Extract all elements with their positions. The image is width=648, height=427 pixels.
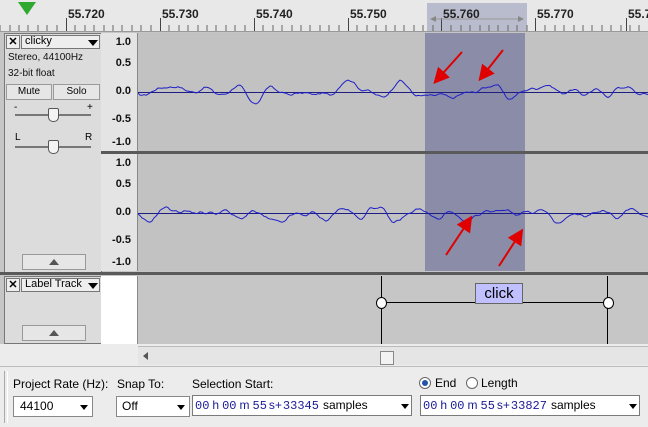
- scale-label: 0.5: [115, 178, 131, 190]
- toolbar-grabber[interactable]: [4, 371, 8, 423]
- solo-button[interactable]: Solo: [53, 84, 100, 100]
- waveform-channel-left[interactable]: [138, 33, 648, 151]
- chevron-down-icon: [177, 405, 185, 410]
- start-seconds-unit: s+: [268, 398, 282, 412]
- mute-button[interactable]: Mute: [6, 84, 52, 100]
- label-boundary-right: [607, 276, 608, 344]
- label-left-handle[interactable]: [376, 297, 387, 309]
- track-name-menu[interactable]: clicky: [21, 35, 100, 49]
- chevron-down-icon: [629, 404, 637, 409]
- track-name: clicky: [25, 35, 52, 47]
- track-format: Stereo, 44100Hz: [8, 52, 84, 63]
- track-separator: [0, 272, 648, 275]
- start-minutes: 00: [222, 399, 237, 413]
- project-rate-select[interactable]: 44100: [13, 396, 93, 417]
- label-track-ruler-gap: [101, 276, 138, 344]
- label-right-handle[interactable]: [603, 297, 614, 309]
- pan-left-label: L: [15, 132, 21, 143]
- scale-label: 1.0: [115, 157, 131, 169]
- end-hours: 00: [423, 399, 438, 413]
- close-track-button[interactable]: ✕: [6, 278, 20, 292]
- scale-label: -1.0: [112, 136, 131, 148]
- audio-track-control-panel[interactable]: ✕ clicky Stereo, 44100Hz 32-bit float Mu…: [4, 33, 102, 273]
- chevron-down-icon: [401, 404, 409, 409]
- chevron-down-icon: [80, 405, 88, 410]
- label-track-control-panel[interactable]: ✕ Label Track: [4, 276, 102, 344]
- pan-right-label: R: [85, 132, 93, 143]
- scale-label: 1.0: [115, 36, 131, 48]
- end-radio[interactable]: [419, 377, 431, 389]
- gain-slider-thumb[interactable]: [48, 108, 59, 122]
- selection-end-time[interactable]: 00 h 00 m 55 s+33827 samples: [420, 395, 640, 416]
- label-track-name-menu[interactable]: Label Track: [21, 278, 100, 292]
- end-hours-unit: h: [440, 398, 448, 412]
- horizontal-scrollbar[interactable]: [138, 346, 648, 365]
- start-samples-unit: samples: [322, 398, 368, 412]
- scale-label: 0.5: [115, 57, 131, 69]
- start-minutes-unit: m: [239, 398, 250, 412]
- chevron-up-icon: [49, 259, 59, 265]
- gain-minus-label: -: [14, 102, 18, 113]
- label-track-area[interactable]: click: [138, 276, 648, 344]
- collapse-track-button[interactable]: [22, 254, 86, 270]
- channel-scale-right: 1.0 0.5 0.0 -0.5 -1.0: [101, 154, 138, 271]
- scale-label: 0.0: [115, 206, 131, 218]
- track-bit-depth: 32-bit float: [8, 68, 55, 79]
- waveform-left: [138, 79, 648, 105]
- scale-label: -1.0: [112, 256, 131, 268]
- snap-to-select[interactable]: Off: [116, 396, 190, 417]
- chevron-down-icon: [88, 283, 98, 289]
- scale-label: 0.0: [115, 85, 131, 97]
- label-text-box[interactable]: click: [475, 283, 523, 304]
- start-hours: 00: [195, 399, 210, 413]
- end-samples: 33827: [510, 399, 547, 413]
- collapse-track-button[interactable]: [22, 325, 86, 341]
- end-minutes: 00: [450, 399, 465, 413]
- scroll-left-icon[interactable]: [143, 352, 148, 360]
- waveform-channel-right[interactable]: [138, 154, 648, 271]
- label-track-name: Label Track: [25, 278, 82, 290]
- start-samples: 33345: [282, 399, 319, 413]
- close-icon: ✕: [8, 279, 18, 291]
- channel-scale-left: 1.0 0.5 0.0 -0.5 -1.0: [101, 33, 138, 151]
- end-minutes-unit: m: [467, 398, 478, 412]
- ruler-minor-ticks: [0, 16, 640, 31]
- selection-start-label: Selection Start:: [192, 377, 274, 391]
- snap-to-value: Off: [122, 399, 138, 413]
- length-radio[interactable]: [466, 377, 478, 389]
- selection-start-time[interactable]: 00 h 00 m 55 s+33345 samples: [192, 395, 412, 416]
- pan-slider-thumb[interactable]: [48, 140, 59, 154]
- gain-plus-label: +: [87, 102, 93, 113]
- label-boundary-left: [381, 276, 382, 344]
- start-seconds: 55: [252, 399, 267, 413]
- scale-label: -0.5: [112, 234, 131, 246]
- waveform-right: [138, 206, 648, 224]
- end-seconds-unit: s+: [496, 398, 510, 412]
- start-hours-unit: h: [212, 398, 220, 412]
- snap-to-label: Snap To:: [117, 377, 165, 391]
- track-panel: ✕ clicky Stereo, 44100Hz 32-bit float Mu…: [0, 32, 648, 344]
- end-label: End: [435, 376, 457, 390]
- scrollbar-thumb[interactable]: [380, 351, 394, 365]
- length-label: Length: [481, 376, 518, 390]
- end-samples-unit: samples: [550, 398, 596, 412]
- project-rate-value: 44100: [20, 399, 54, 413]
- close-track-button[interactable]: ✕: [6, 35, 20, 49]
- radio-selected-dot: [422, 380, 428, 386]
- end-seconds: 55: [480, 399, 495, 413]
- chevron-up-icon: [49, 330, 59, 336]
- scale-label: -0.5: [112, 113, 131, 125]
- project-rate-label: Project Rate (Hz):: [13, 377, 109, 391]
- timeline-ruler[interactable]: 55.720 55.730 55.740 55.750 55.760 55.77…: [0, 0, 648, 32]
- selection-toolbar: Project Rate (Hz): 44100 Snap To: Off Se…: [0, 366, 648, 427]
- chevron-down-icon: [88, 40, 98, 46]
- close-icon: ✕: [8, 36, 18, 48]
